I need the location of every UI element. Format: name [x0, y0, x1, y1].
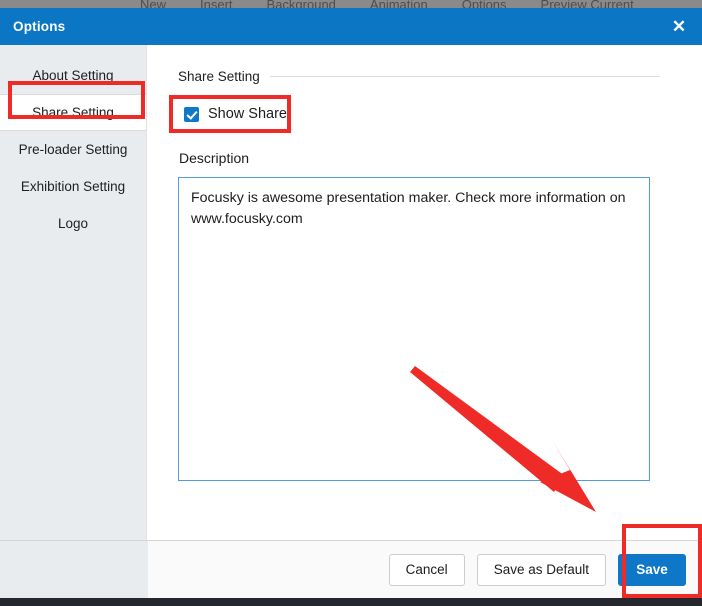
share-setting-panel: Share Setting Show Share Description [148, 45, 702, 540]
sidebar-item-logo[interactable]: Logo [0, 205, 146, 242]
description-input[interactable] [178, 177, 650, 481]
cancel-button[interactable]: Cancel [388, 553, 465, 586]
sidebar-item-about-setting[interactable]: About Setting [0, 57, 146, 94]
group-header-label: Share Setting [178, 69, 260, 84]
show-share-checkbox-row[interactable]: Show Share [184, 106, 287, 122]
dialog-footer: Cancel Save as Default Save [148, 540, 702, 598]
group-header-divider [269, 76, 660, 77]
group-header: Share Setting [178, 69, 660, 84]
bottom-strip [0, 598, 702, 606]
screen: New Insert Background Animation Options … [0, 0, 702, 606]
sidebar-item-pre-loader-setting[interactable]: Pre-loader Setting [0, 131, 146, 168]
description-label: Description [179, 150, 250, 166]
sidebar-item-exhibition-setting[interactable]: Exhibition Setting [0, 168, 146, 205]
dialog-titlebar: Options ✕ [0, 8, 702, 45]
save-as-default-button[interactable]: Save as Default [476, 553, 606, 586]
footer-sidebar-fill [0, 540, 148, 598]
show-share-label: Show Share [208, 106, 287, 122]
close-icon[interactable]: ✕ [656, 8, 702, 45]
save-button[interactable]: Save [618, 553, 686, 586]
dialog-title: Options [13, 19, 66, 34]
sidebar-item-share-setting[interactable]: Share Setting [0, 94, 146, 131]
settings-sidebar: About Setting Share Setting Pre-loader S… [0, 45, 147, 540]
show-share-checkbox[interactable] [184, 106, 199, 122]
dialog-body: About Setting Share Setting Pre-loader S… [0, 45, 702, 540]
options-dialog: Options ✕ About Setting Share Setting Pr… [0, 8, 702, 598]
